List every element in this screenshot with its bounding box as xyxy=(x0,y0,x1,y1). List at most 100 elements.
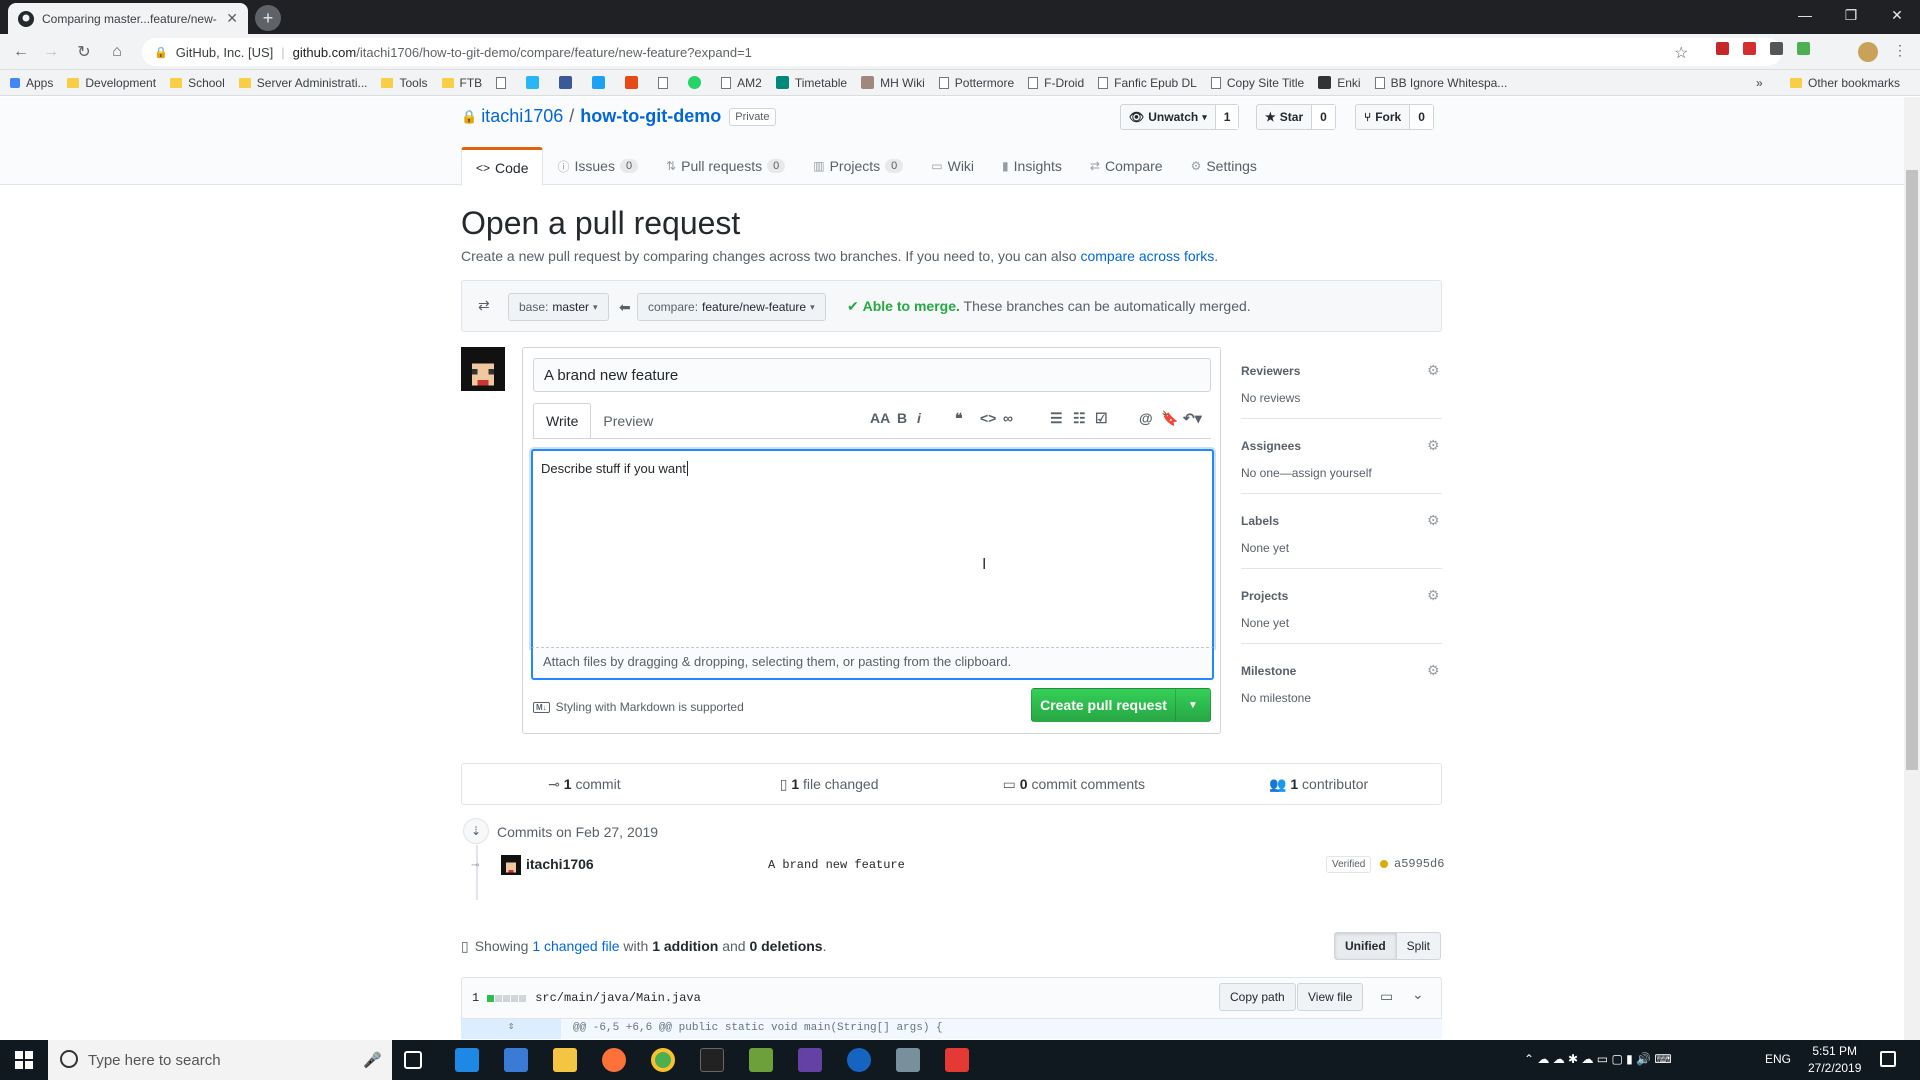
repo-owner-link[interactable]: itachi1706 xyxy=(481,106,563,127)
gear-icon[interactable]: ⚙ xyxy=(1427,662,1440,679)
bookmark-site[interactable] xyxy=(625,76,644,89)
tab-preview[interactable]: Preview xyxy=(591,403,665,439)
file-path-link[interactable]: src/main/java/Main.java xyxy=(535,991,701,1005)
unified-button[interactable]: Unified xyxy=(1334,932,1397,960)
maps-icon[interactable] xyxy=(847,1048,871,1072)
markdown-note[interactable]: M↓ Styling with Markdown is supported xyxy=(533,700,744,714)
edge-icon[interactable] xyxy=(455,1048,479,1072)
italic-icon[interactable]: i xyxy=(917,410,921,426)
sidebar-assignees-value[interactable]: No one—assign yourself xyxy=(1241,466,1372,480)
tab-write[interactable]: Write xyxy=(533,403,592,439)
firefox-icon[interactable] xyxy=(602,1048,626,1072)
bookmark-facebook[interactable] xyxy=(559,76,578,89)
bookmark-folder[interactable]: Server Administrati... xyxy=(238,76,367,90)
notion-icon[interactable] xyxy=(700,1048,724,1072)
commit-message-link[interactable]: A brand new feature xyxy=(768,858,905,872)
split-button[interactable]: Split xyxy=(1396,932,1442,960)
header-text-icon[interactable]: AA xyxy=(870,410,890,426)
watch-count[interactable]: 1 xyxy=(1214,105,1239,129)
input-language[interactable]: ENG xyxy=(1765,1052,1791,1066)
bold-icon[interactable]: B xyxy=(897,410,907,426)
pr-body-textarea[interactable]: Describe stuff if you want xyxy=(531,449,1214,648)
gear-icon[interactable]: ⚙ xyxy=(1427,437,1440,454)
dropdown-caret-icon[interactable]: ▼ xyxy=(1176,689,1210,721)
changed-files-link[interactable]: 1 changed file xyxy=(532,938,619,954)
bookmark-pottermore[interactable]: Pottermore xyxy=(938,76,1014,90)
link-icon[interactable]: ∞ xyxy=(1003,410,1013,426)
bookmarks-overflow-icon[interactable]: » xyxy=(1756,76,1763,90)
contributors-link[interactable]: 👥 1 contributor xyxy=(1196,776,1441,793)
expand-icon[interactable]: ⇕ xyxy=(461,1019,561,1039)
extension-icon[interactable] xyxy=(1743,42,1756,55)
tab-code[interactable]: <> Code xyxy=(461,147,544,186)
commit-author-link[interactable]: itachi1706 xyxy=(526,856,594,872)
watch-button[interactable]: 👁 Unwatch ▾ 1 xyxy=(1120,104,1240,130)
bookmark-copy-title[interactable]: Copy Site Title xyxy=(1210,76,1304,90)
menu-icon[interactable]: ⋮ xyxy=(1893,42,1907,59)
view-file-button[interactable]: View file xyxy=(1297,983,1364,1011)
reload-icon[interactable]: ↻ xyxy=(72,40,96,64)
bullet-list-icon[interactable]: ☰ xyxy=(1050,410,1063,427)
sidebar-projects-heading[interactable]: Projects xyxy=(1241,589,1288,603)
bookmark-bb-ignore[interactable]: BB Ignore Whitespa... xyxy=(1374,76,1507,90)
taskbar-search-input[interactable]: Type here to search 🎤 xyxy=(48,1040,392,1080)
pr-title-input[interactable] xyxy=(533,358,1211,392)
gear-icon[interactable]: ⚙ xyxy=(1427,587,1440,604)
repo-name-link[interactable]: how-to-git-demo xyxy=(580,106,721,127)
file-explorer-icon[interactable] xyxy=(553,1048,577,1072)
sidebar-milestone-heading[interactable]: Milestone xyxy=(1241,664,1296,678)
tab-wiki[interactable]: ▭ Wiki xyxy=(917,147,988,185)
star-count[interactable]: 0 xyxy=(1311,105,1335,129)
windows-start-icon[interactable] xyxy=(0,1040,48,1080)
code-icon[interactable]: <> xyxy=(980,410,996,426)
copy-path-button[interactable]: Copy path xyxy=(1219,983,1296,1011)
mention-icon[interactable]: @ xyxy=(1139,410,1153,426)
extension-icon[interactable] xyxy=(1770,42,1783,55)
store-icon[interactable] xyxy=(504,1048,528,1072)
bookmark-page[interactable] xyxy=(496,76,512,89)
commit-sha-link[interactable]: a5995d6 xyxy=(1380,857,1444,871)
fork-button[interactable]: ⑂ Fork 0 xyxy=(1355,104,1434,130)
tab-issues[interactable]: ⓘ Issues 0 xyxy=(543,147,652,185)
bookmark-whatsapp[interactable] xyxy=(688,76,707,89)
compare-branch-select[interactable]: compare: feature/new-feature ▾ xyxy=(637,293,826,321)
star-button[interactable]: ★ Star 0 xyxy=(1256,104,1336,130)
bookmark-timetable[interactable]: Timetable xyxy=(775,76,847,90)
tray-icons[interactable]: ⌃ ☁ ☁ ✱ ☁ ▭ ▢ ▮ 🔊 ⌨ xyxy=(1524,1052,1672,1066)
other-bookmarks[interactable]: Other bookmarks xyxy=(1790,76,1900,90)
quote-icon[interactable]: ❝ xyxy=(955,410,963,427)
sidebar-assignees-heading[interactable]: Assignees xyxy=(1241,439,1301,453)
create-pull-request-button[interactable]: Create pull request ▼ xyxy=(1031,688,1211,722)
scrollbar-thumb[interactable] xyxy=(1906,170,1918,770)
new-tab-button[interactable]: + xyxy=(255,5,281,31)
browser-tab[interactable]: Comparing master...feature/new- ✕ xyxy=(8,3,248,34)
extension-icon[interactable] xyxy=(1797,42,1810,55)
bookmark-site[interactable] xyxy=(526,76,545,89)
bookmark-folder[interactable]: Tools xyxy=(381,76,428,90)
bookmark-mhwiki[interactable]: MH Wiki xyxy=(861,76,925,90)
chrome-icon[interactable] xyxy=(651,1048,675,1072)
sidebar-reviewers-heading[interactable]: Reviewers xyxy=(1241,364,1300,378)
intellij-icon[interactable] xyxy=(945,1048,969,1072)
status-dot-icon[interactable] xyxy=(1380,860,1388,868)
home-icon[interactable]: ⌂ xyxy=(105,40,129,64)
tab-insights[interactable]: ▮ Insights xyxy=(988,147,1076,185)
verified-badge[interactable]: Verified xyxy=(1326,856,1372,873)
profile-avatar[interactable] xyxy=(1858,42,1878,62)
taskbar-clock[interactable]: 5:51 PM 27/2/2019 xyxy=(1808,1043,1861,1077)
bookmark-apps[interactable]: Apps xyxy=(10,76,53,90)
bookmark-am2[interactable]: AM2 xyxy=(721,76,762,90)
avatar[interactable] xyxy=(501,855,521,875)
extension-icon[interactable] xyxy=(1716,42,1729,55)
tab-pull-requests[interactable]: ⇅ Pull requests 0 xyxy=(652,147,799,185)
compare-across-forks-link[interactable]: compare across forks xyxy=(1080,248,1214,264)
bookmark-folder[interactable]: FTB xyxy=(441,76,482,90)
fork-count[interactable]: 0 xyxy=(1409,105,1433,129)
attach-files-area[interactable]: Attach files by dragging & dropping, sel… xyxy=(531,648,1214,680)
commits-count-link[interactable]: ⊸ 1 commit xyxy=(462,776,707,793)
task-list-icon[interactable]: ☑ xyxy=(1095,410,1108,427)
numbered-list-icon[interactable]: ☷ xyxy=(1073,410,1086,427)
bookmark-page[interactable] xyxy=(658,76,674,89)
bookmark-fdroid[interactable]: F-Droid xyxy=(1028,76,1084,90)
microphone-icon[interactable]: 🎤 xyxy=(363,1051,382,1069)
